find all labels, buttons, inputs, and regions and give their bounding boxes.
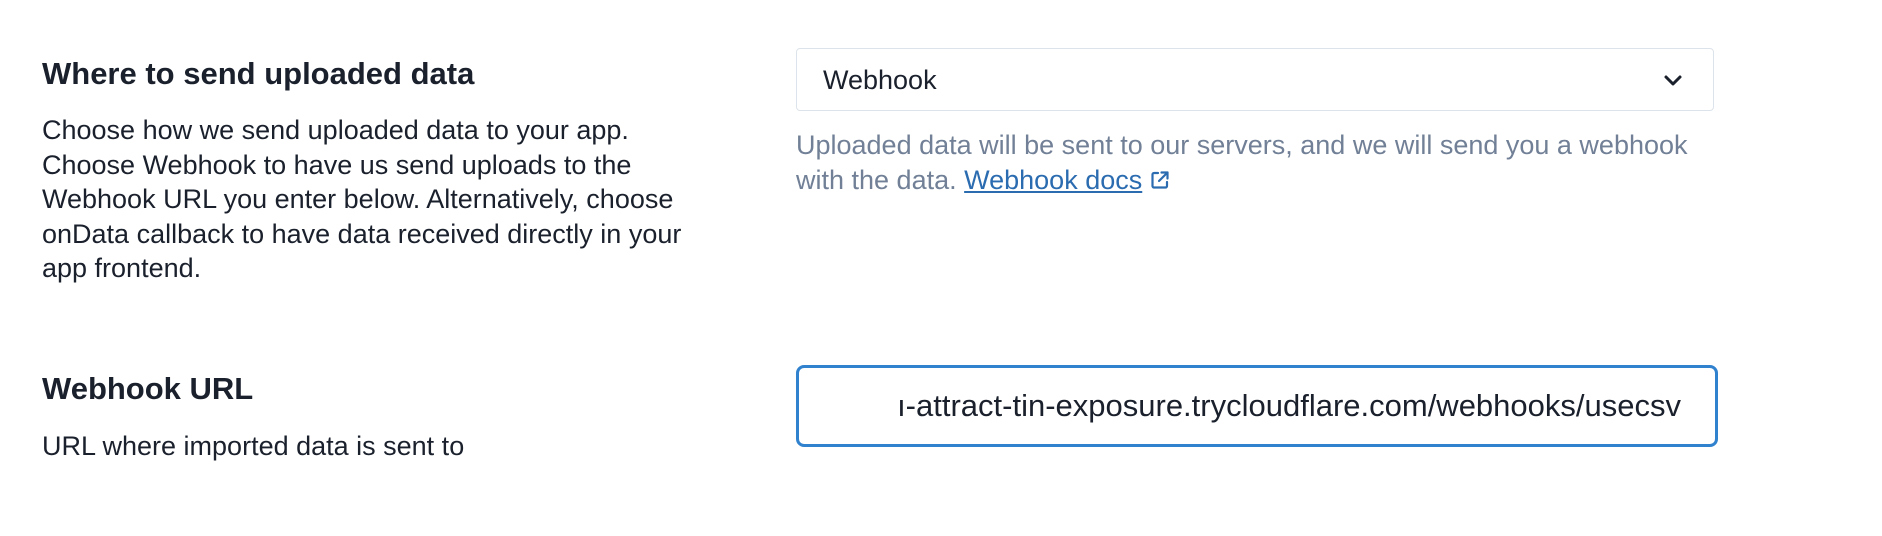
webhook-url-input[interactable]: ı-attract-tin-exposure.trycloudflare.com… — [796, 365, 1718, 447]
destination-select-value: Webhook — [823, 65, 937, 95]
destination-title: Where to send uploaded data — [42, 56, 475, 91]
webhook-url-description: URL where imported data is sent to — [42, 431, 465, 461]
destination-select[interactable]: Webhook — [796, 48, 1714, 111]
webhook-docs-link[interactable]: Webhook docs — [964, 165, 1170, 195]
destination-help-sentence: Uploaded data will be sent to our server… — [796, 130, 1688, 195]
webhook-url-setting: Webhook URL URL where imported data is s… — [0, 340, 1882, 536]
settings-page: Where to send uploaded data Choose how w… — [0, 0, 1882, 536]
chevron-down-icon — [1664, 75, 1682, 86]
destination-help-text: Uploaded data will be sent to our server… — [796, 128, 1696, 197]
webhook-url-title: Webhook URL — [42, 371, 254, 406]
destination-setting: Where to send uploaded data Choose how w… — [0, 0, 1882, 330]
destination-description: Choose how we send uploaded data to your… — [42, 115, 682, 283]
external-link-icon — [1151, 170, 1169, 189]
webhook-url-value: ı-attract-tin-exposure.trycloudflare.com… — [897, 388, 1681, 423]
webhook-docs-link-label: Webhook docs — [964, 164, 1143, 195]
